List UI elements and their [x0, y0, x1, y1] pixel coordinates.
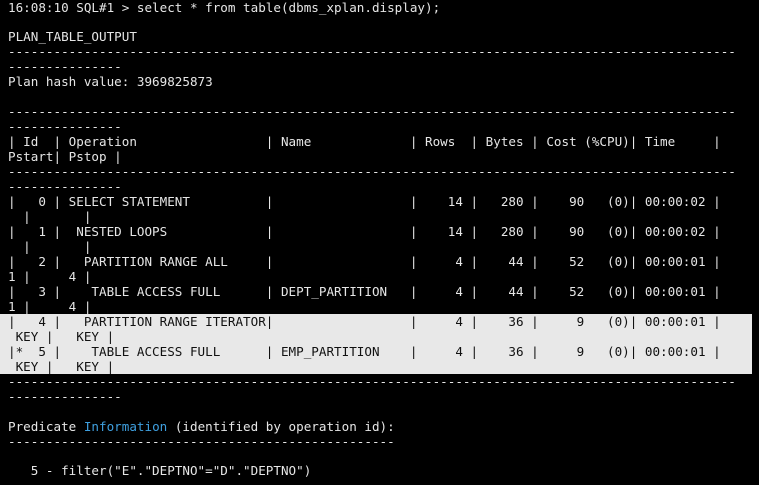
- sql-prompt: 16:08:10 SQL#1 > select * from table(dbm…: [8, 0, 441, 15]
- predicate-heading: Predicate Information (identified by ope…: [8, 419, 395, 434]
- plan-row-wrap: 1 | 4 |: [8, 299, 92, 314]
- plan-row: | 1 | NESTED LOOPS | | 14 | 280 | 90 (0)…: [8, 224, 721, 239]
- plan-row-selected-wrap: KEY | KEY |: [8, 329, 115, 344]
- plan-row-wrap: | |: [8, 209, 92, 224]
- plan-row: | 2 | PARTITION RANGE ALL | | 4 | 44 | 5…: [8, 254, 721, 269]
- plan-row: | 0 | SELECT STATEMENT | | 14 | 280 | 90…: [8, 194, 721, 209]
- column-header-wrap: Pstart| Pstop |: [8, 149, 122, 164]
- plan-row-selected: |* 5 | TABLE ACCESS FULL | EMP_PARTITION…: [8, 344, 721, 359]
- predicate-separator: ----------------------------------------…: [8, 434, 395, 449]
- plan-row: | 3 | TABLE ACCESS FULL | DEPT_PARTITION…: [8, 284, 721, 299]
- plan-row-selected: | 4 | PARTITION RANGE ITERATOR| | 4 | 36…: [8, 314, 721, 329]
- header-separator: ----------------------------------------…: [8, 164, 736, 179]
- selected-rows-highlight[interactable]: | 4 | PARTITION RANGE ITERATOR| | 4 | 36…: [0, 314, 752, 374]
- predicate-text: Predicate: [8, 419, 84, 434]
- plan-hash-value: Plan hash value: 3969825873: [8, 74, 213, 89]
- header-separator-wrap: ---------------: [8, 179, 122, 194]
- table-bottom-border-wrap: ---------------: [8, 389, 122, 404]
- predicate-keyword: Information: [83, 419, 168, 434]
- plan-row-selected-wrap: KEY | KEY |: [8, 359, 115, 374]
- separator: ----------------------------------------…: [8, 44, 736, 59]
- column-header: | Id | Operation | Name | Rows | Bytes |…: [8, 134, 721, 149]
- table-top-border-wrap: ---------------: [8, 119, 122, 134]
- table-bottom-border: ----------------------------------------…: [8, 374, 736, 389]
- plan-row-wrap: 1 | 4 |: [8, 269, 92, 284]
- output-header: PLAN_TABLE_OUTPUT: [8, 29, 137, 44]
- separator-wrap: ---------------: [8, 59, 122, 74]
- filter-predicate: 5 - filter("E"."DEPTNO"="D"."DEPTNO"): [8, 463, 312, 478]
- table-top-border: ----------------------------------------…: [8, 104, 736, 119]
- predicate-text: (identified by operation id):: [167, 419, 395, 434]
- plan-row-wrap: | |: [8, 239, 92, 254]
- terminal-output[interactable]: 16:08:10 SQL#1 > select * from table(dbm…: [0, 0, 759, 485]
